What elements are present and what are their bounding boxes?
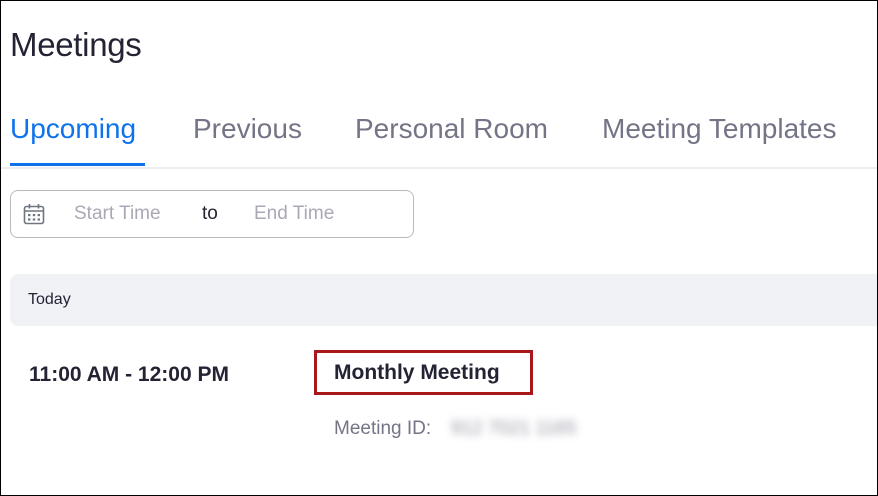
active-tab-indicator <box>10 163 145 166</box>
calendar-icon[interactable] <box>23 203 45 225</box>
meeting-title-link[interactable]: Monthly Meeting <box>334 361 500 385</box>
meeting-time: 11:00 AM - 12:00 PM <box>29 363 229 386</box>
meeting-tabs: Upcoming Previous Personal Room Meeting … <box>1 99 877 169</box>
meetings-panel: Meetings Upcoming Previous Personal Room… <box>0 0 878 496</box>
tab-upcoming[interactable]: Upcoming <box>10 109 136 149</box>
day-group-header: Today <box>10 274 877 326</box>
tab-previous[interactable]: Previous <box>193 109 302 149</box>
meeting-id-label: Meeting ID: <box>334 418 432 439</box>
date-range-picker[interactable]: to <box>10 190 414 238</box>
date-range-separator: to <box>202 203 218 224</box>
day-group-label: Today <box>28 291 71 308</box>
tab-meeting-templates[interactable]: Meeting Templates <box>602 109 837 149</box>
end-time-input[interactable] <box>254 191 374 237</box>
tab-personal-room[interactable]: Personal Room <box>355 109 548 149</box>
meeting-id-value: 912 7021 1165 <box>451 418 577 439</box>
meeting-list-item: 11:00 AM - 12:00 PM Monthly Meeting Meet… <box>1 341 877 461</box>
page-title: Meetings <box>10 26 142 63</box>
start-time-input[interactable] <box>74 191 189 237</box>
